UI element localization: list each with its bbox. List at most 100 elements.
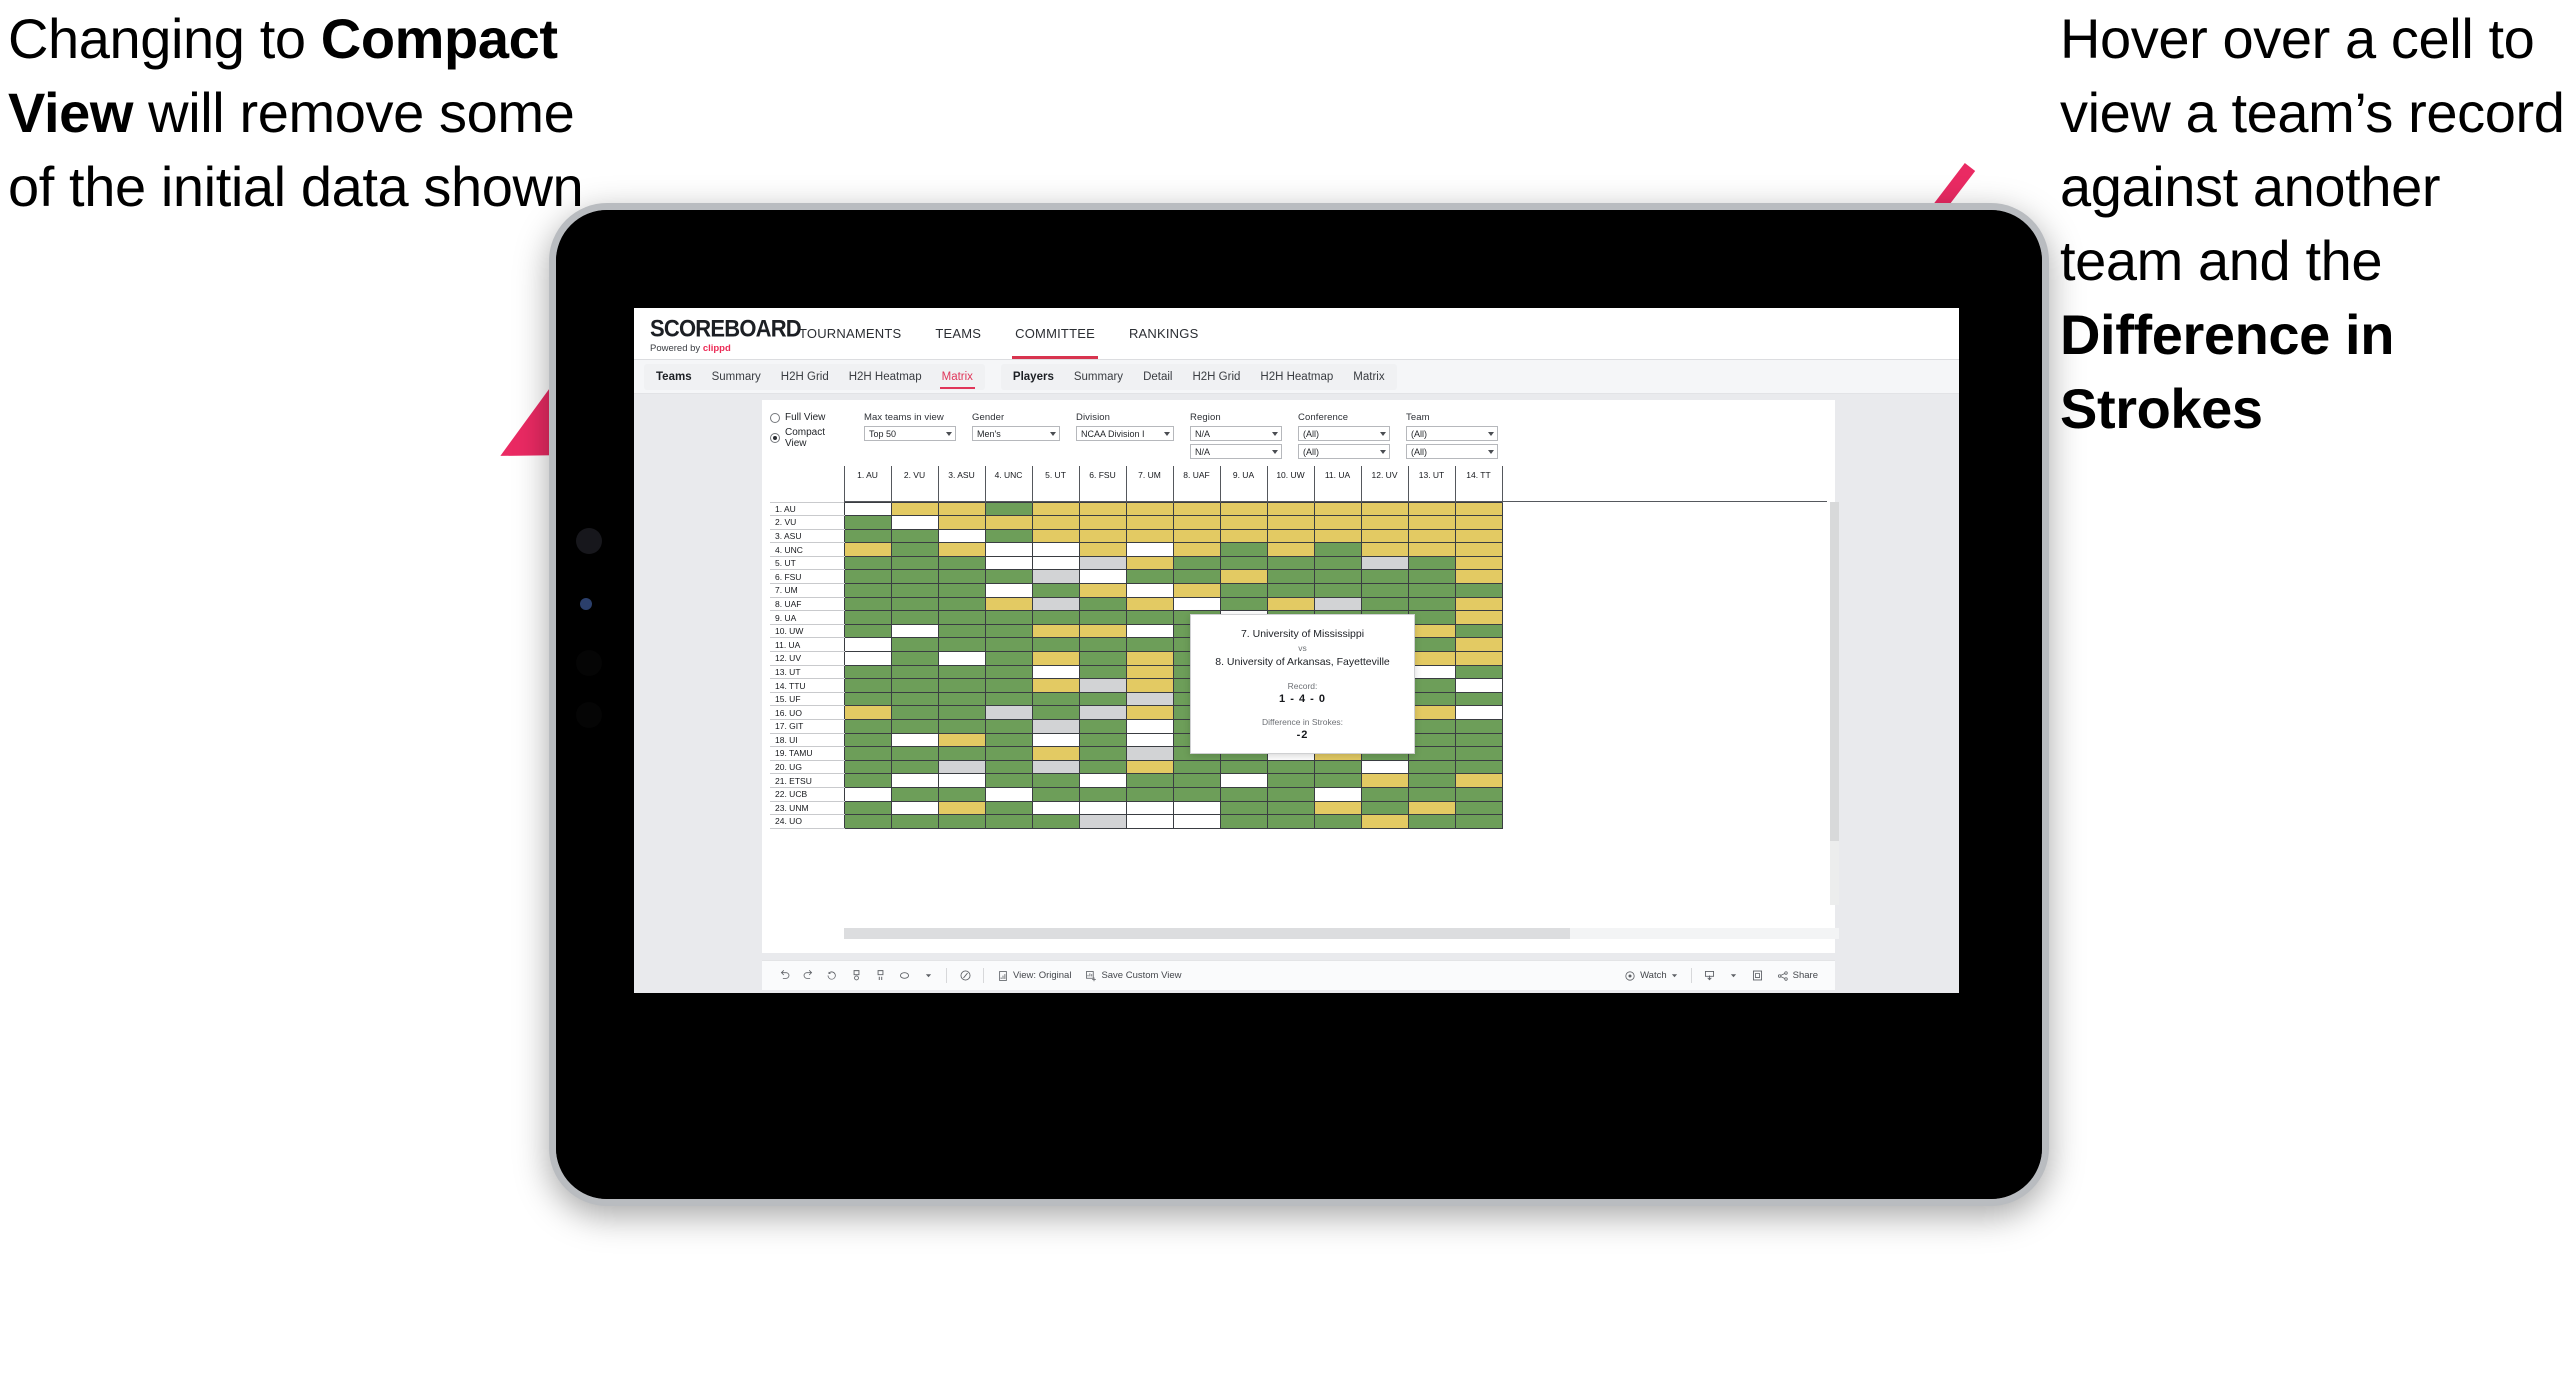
matrix-cell[interactable] xyxy=(1407,678,1456,693)
matrix-cell[interactable] xyxy=(937,678,986,693)
matrix-cell[interactable] xyxy=(984,814,1033,829)
matrix-cell[interactable] xyxy=(1360,583,1409,598)
matrix-cell[interactable] xyxy=(984,786,1033,802)
matrix-cell[interactable] xyxy=(1078,610,1127,625)
matrix-cell[interactable] xyxy=(1454,719,1503,734)
matrix-cell[interactable] xyxy=(937,705,986,720)
matrix-cell[interactable] xyxy=(1031,596,1080,612)
pause-auto-update-icon[interactable] xyxy=(868,964,892,988)
matrix-cell[interactable] xyxy=(984,664,1033,680)
filter-team-select-2[interactable]: (All) xyxy=(1406,444,1498,459)
matrix-cell[interactable] xyxy=(1078,637,1127,653)
matrix-cell[interactable] xyxy=(1078,732,1127,748)
filter-region-select-1[interactable]: N/A xyxy=(1190,426,1282,441)
matrix-cell[interactable] xyxy=(1407,814,1456,829)
matrix-cell[interactable] xyxy=(937,583,986,598)
nav-item-teams[interactable]: TEAMS xyxy=(918,308,998,359)
matrix-cell[interactable] xyxy=(1454,800,1503,816)
matrix-cell[interactable] xyxy=(1125,515,1174,530)
matrix-cell[interactable] xyxy=(1360,542,1409,557)
subnav-teams-matrix[interactable]: Matrix xyxy=(932,364,983,390)
matrix-cell[interactable] xyxy=(1172,515,1221,530)
matrix-cell[interactable] xyxy=(1125,651,1174,666)
matrix-cell[interactable] xyxy=(890,800,939,816)
filter-team-select-1[interactable]: (All) xyxy=(1406,426,1498,441)
matrix-cell[interactable] xyxy=(1360,528,1409,544)
matrix-cell[interactable] xyxy=(1266,596,1315,612)
matrix-cell[interactable] xyxy=(1313,501,1362,517)
matrix-cell[interactable] xyxy=(1125,623,1174,639)
matrix-cell[interactable] xyxy=(843,542,892,557)
matrix-cell[interactable] xyxy=(984,719,1033,734)
matrix-cell[interactable] xyxy=(1078,678,1127,693)
matrix-cell[interactable] xyxy=(843,515,892,530)
matrix-cell[interactable] xyxy=(1125,786,1174,802)
matrix-cell[interactable] xyxy=(1266,800,1315,816)
save-custom-view-button[interactable]: Save Custom View xyxy=(1078,965,1188,987)
matrix-cell[interactable] xyxy=(890,515,939,530)
matrix-cell[interactable] xyxy=(1454,814,1503,829)
radio-full-view[interactable]: Full View xyxy=(770,412,848,423)
radio-compact-view[interactable]: Compact View xyxy=(770,427,848,449)
matrix-cell[interactable] xyxy=(984,528,1033,544)
matrix-cell[interactable] xyxy=(984,678,1033,693)
vertical-scroll-thumb[interactable] xyxy=(1830,502,1839,841)
matrix-cell[interactable] xyxy=(984,773,1033,788)
matrix-cell[interactable] xyxy=(1031,705,1080,720)
matrix-cell[interactable] xyxy=(984,800,1033,816)
matrix-cell[interactable] xyxy=(1266,786,1315,802)
matrix-cell[interactable] xyxy=(937,596,986,612)
matrix-cell[interactable] xyxy=(1454,569,1503,585)
matrix-cell[interactable] xyxy=(1125,528,1174,544)
matrix-cell[interactable] xyxy=(1031,651,1080,666)
matrix-cell[interactable] xyxy=(984,555,1033,571)
matrix-cell[interactable] xyxy=(1360,501,1409,517)
matrix-cell[interactable] xyxy=(1078,528,1127,544)
matrix-cell[interactable] xyxy=(1407,637,1456,653)
matrix-cell[interactable] xyxy=(1078,651,1127,666)
matrix-cell[interactable] xyxy=(1360,569,1409,585)
matrix-cell[interactable] xyxy=(1266,515,1315,530)
matrix-cell[interactable] xyxy=(890,691,939,707)
matrix-cell[interactable] xyxy=(1266,501,1315,517)
matrix-cell[interactable] xyxy=(1172,800,1221,816)
matrix-cell[interactable] xyxy=(1125,746,1174,761)
matrix-cell[interactable] xyxy=(937,759,986,775)
matrix-cell[interactable] xyxy=(1454,664,1503,680)
matrix-cell[interactable] xyxy=(1125,569,1174,585)
matrix-cell[interactable] xyxy=(1078,691,1127,707)
matrix-cell[interactable] xyxy=(1313,814,1362,829)
matrix-cell[interactable] xyxy=(1360,515,1409,530)
subnav-players-h2h-grid[interactable]: H2H Grid xyxy=(1182,364,1250,390)
matrix-cell[interactable] xyxy=(937,555,986,571)
matrix-cell[interactable] xyxy=(1031,515,1080,530)
matrix-cell[interactable] xyxy=(1172,596,1221,612)
matrix-cell[interactable] xyxy=(1031,528,1080,544)
brand-logo[interactable]: SCOREBOARD Powered by clippd xyxy=(634,308,802,359)
matrix-cell[interactable] xyxy=(1313,773,1362,788)
matrix-cell[interactable] xyxy=(1407,501,1456,517)
h2h-matrix[interactable]: 1. AU 2. VU 3. ASU 4. UNC 5. UT 6. FSU 7. UM 8.… xyxy=(770,466,1839,939)
matrix-cell[interactable] xyxy=(890,623,939,639)
matrix-cell[interactable] xyxy=(843,691,892,707)
matrix-cell[interactable] xyxy=(1407,610,1456,625)
matrix-cell[interactable] xyxy=(1407,528,1456,544)
matrix-cell[interactable] xyxy=(1078,705,1127,720)
matrix-cell[interactable] xyxy=(1454,732,1503,748)
matrix-cell[interactable] xyxy=(1172,814,1221,829)
refresh-icon[interactable] xyxy=(844,964,868,988)
matrix-cell[interactable] xyxy=(843,719,892,734)
matrix-cell[interactable] xyxy=(1219,528,1268,544)
matrix-cell[interactable] xyxy=(937,651,986,666)
matrix-cell[interactable] xyxy=(1125,705,1174,720)
matrix-cell[interactable] xyxy=(890,583,939,598)
matrix-cell[interactable] xyxy=(890,596,939,612)
matrix-cell[interactable] xyxy=(843,678,892,693)
matrix-cell[interactable] xyxy=(1078,501,1127,517)
matrix-cell[interactable] xyxy=(1454,786,1503,802)
matrix-cell[interactable] xyxy=(843,732,892,748)
matrix-cell[interactable] xyxy=(1078,773,1127,788)
matrix-cell[interactable] xyxy=(1360,759,1409,775)
matrix-cell[interactable] xyxy=(1407,746,1456,761)
matrix-cell[interactable] xyxy=(1454,515,1503,530)
